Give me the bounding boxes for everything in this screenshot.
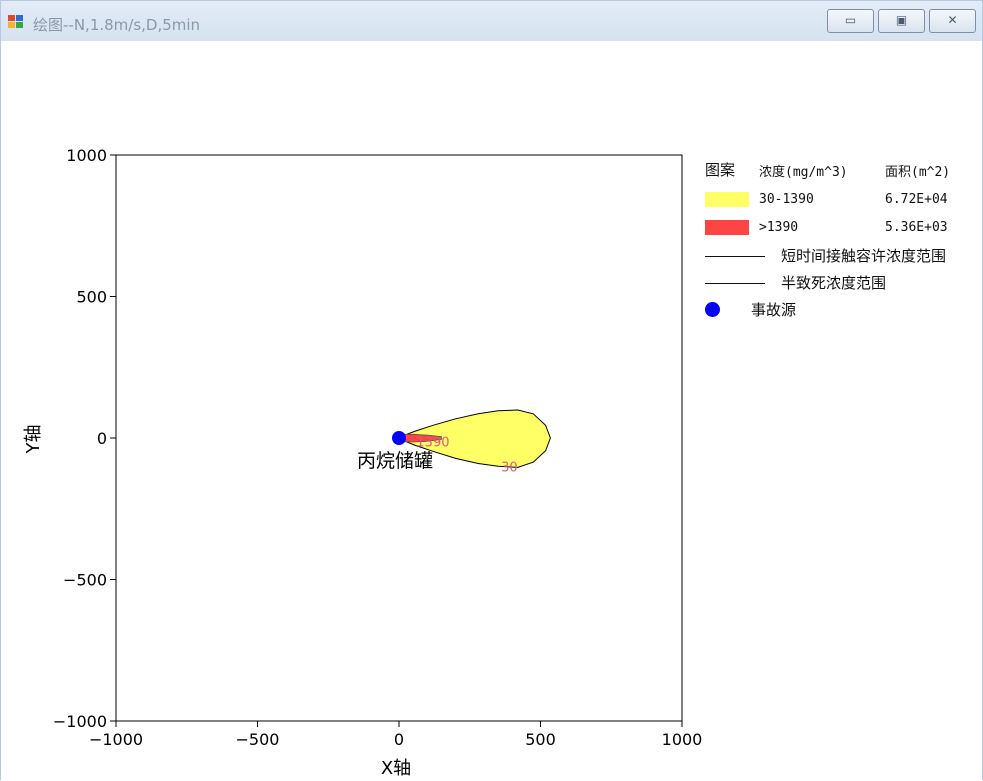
legend-header-pattern: 图案 xyxy=(705,161,736,179)
y-tick-label: 1000 xyxy=(66,146,107,165)
app-window: 绘图--N,1.8m/s,D,5min ▭ ▣ ✕ 30 1390 −1000 −5… xyxy=(0,0,983,780)
source-label: 丙烷储罐 xyxy=(357,450,433,472)
legend-line-stel xyxy=(705,256,765,257)
y-tick-label: −500 xyxy=(63,571,107,590)
y-tick-label: 0 xyxy=(97,429,107,448)
legend-label-source: 事故源 xyxy=(751,301,797,319)
legend-area-low: 6.72E+04 xyxy=(885,192,948,207)
contour-label-1: 1390 xyxy=(416,435,449,450)
y-axis-label: Y轴 xyxy=(23,425,44,455)
legend-label-stel: 短时间接触容许浓度范围 xyxy=(781,247,947,265)
legend-label-lc50: 半致死浓度范围 xyxy=(781,274,887,292)
legend-header-concentration: 浓度(mg/m^3) xyxy=(759,165,848,180)
x-tick-label: −500 xyxy=(236,730,280,749)
y-tick-label: 500 xyxy=(76,288,107,307)
contour-label-0: 30 xyxy=(501,460,518,475)
legend-area-high: 5.36E+03 xyxy=(885,220,948,235)
x-tick-label: 1000 xyxy=(662,730,703,749)
x-tick-label: 0 xyxy=(394,730,404,749)
legend-range-high: >1390 xyxy=(759,220,799,235)
dispersion-chart: 30 1390 −1000 −500 0 500 1000 −1000 −500 0 500 10… xyxy=(23,146,703,779)
legend-swatch-high xyxy=(705,220,749,235)
legend: 图案 浓度(mg/m^3) 面积(m^2) 30-1390 6.72E+04 >… xyxy=(705,159,983,329)
x-tick-label: 500 xyxy=(525,730,556,749)
x-tick-label: −1000 xyxy=(89,730,143,749)
legend-source-dot xyxy=(705,302,720,317)
legend-range-low: 30-1390 xyxy=(759,192,814,207)
legend-line-lc50 xyxy=(705,283,765,284)
accident-source-marker[interactable] xyxy=(392,431,406,445)
y-tick-label: −1000 xyxy=(53,712,107,731)
legend-header-area: 面积(m^2) xyxy=(885,165,951,180)
x-axis-label: X轴 xyxy=(381,758,411,779)
legend-swatch-low xyxy=(705,192,749,207)
